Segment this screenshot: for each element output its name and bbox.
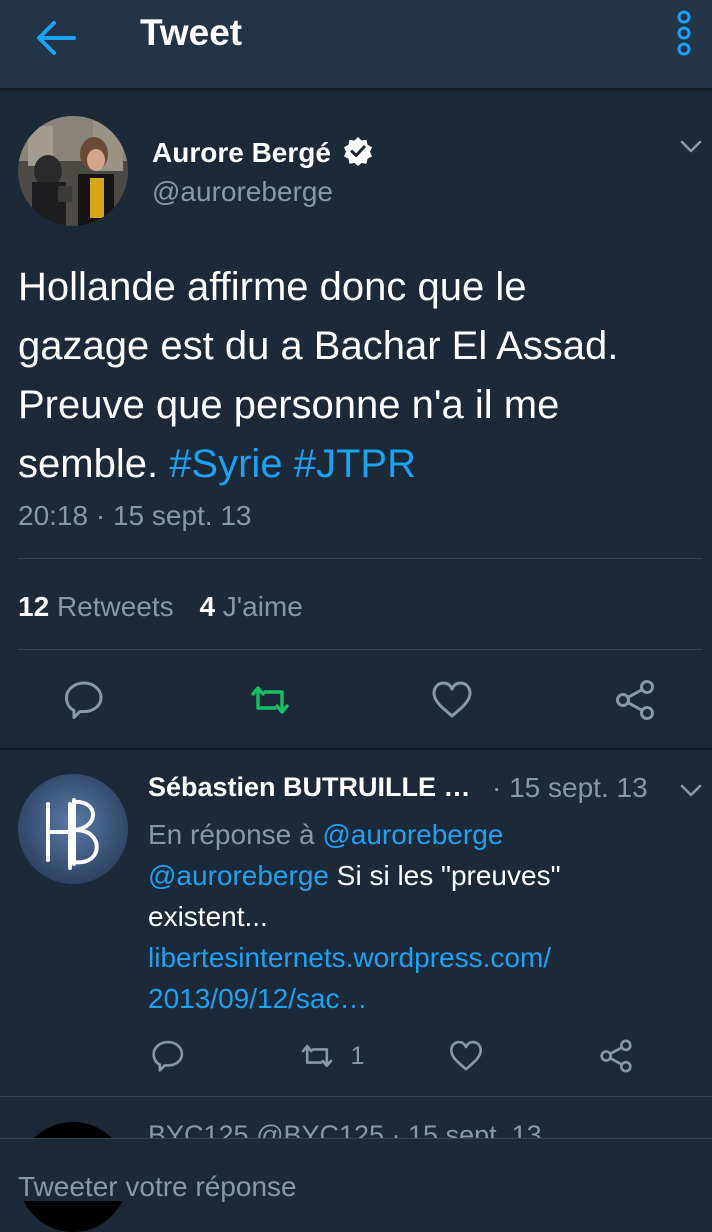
arrow-left-icon xyxy=(37,21,76,55)
reply-header: Sébastien BUTRUILLE … xyxy=(148,772,471,803)
reply-menu-button[interactable] xyxy=(676,778,706,804)
author-name[interactable]: Aurore Bergé xyxy=(152,136,373,169)
in-reply-to-label: En réponse à xyxy=(148,819,315,850)
reply-input[interactable]: Tweeter votre réponse xyxy=(18,1171,297,1203)
more-vertical-icon xyxy=(677,10,691,56)
author-handle[interactable]: @auroreberge xyxy=(152,176,333,208)
reply-share-button[interactable] xyxy=(598,1038,634,1074)
author-name-text: Aurore Bergé xyxy=(152,137,331,168)
reply-icon xyxy=(65,681,103,719)
retweets-label: Retweets xyxy=(56,591,174,622)
divider xyxy=(0,748,712,750)
reply-retweet-button[interactable]: 1 xyxy=(298,1038,378,1074)
reply-author-name[interactable]: Sébastien BUTRUILLE … xyxy=(148,772,471,802)
author-photo xyxy=(18,116,128,226)
retweet-count: 1 xyxy=(350,1042,365,1070)
reply-icon xyxy=(152,1040,184,1072)
divider xyxy=(18,649,702,650)
reply-reply-button[interactable] xyxy=(150,1038,186,1074)
heart-icon xyxy=(449,1040,483,1071)
retweet-button[interactable] xyxy=(247,678,293,722)
tweet-text-line: semble. xyxy=(18,442,159,486)
chevron-down-icon xyxy=(680,784,702,797)
reply-text: Si si les "preuves" xyxy=(336,860,561,891)
app-header: Tweet xyxy=(0,0,712,89)
tweet-text-line: Hollande affirme donc que le xyxy=(18,265,527,309)
reply-compose-bar[interactable]: Tweeter votre réponse xyxy=(0,1138,712,1203)
tweet-text-line: gazage est du a Bachar El Assad. xyxy=(18,324,619,368)
retweet-icon xyxy=(251,686,289,714)
back-button[interactable] xyxy=(30,16,80,60)
share-icon xyxy=(600,1039,632,1073)
author-avatar[interactable] xyxy=(18,116,128,226)
external-link-continued[interactable]: 2013/09/12/sac… xyxy=(148,978,688,1019)
tweet-timestamp: 20:18 · 15 sept. 13 xyxy=(18,500,252,531)
likes-stat[interactable]: 4 J'aime xyxy=(199,591,302,622)
likes-label: J'aime xyxy=(222,591,303,622)
retweet-icon xyxy=(301,1044,333,1068)
reply-date: · 15 sept. 13 xyxy=(492,772,648,803)
retweets-stat[interactable]: 12 Retweets xyxy=(18,591,181,622)
hashtag-link[interactable]: #JTPR xyxy=(294,442,416,486)
heart-icon xyxy=(432,681,472,718)
verified-badge-icon xyxy=(343,137,372,166)
reply-body: En réponse à @auroreberge @auroreberge S… xyxy=(148,814,688,1019)
more-options-button[interactable] xyxy=(664,8,704,58)
mention-link[interactable]: @auroreberge xyxy=(148,860,329,891)
reply-button[interactable] xyxy=(62,678,106,722)
divider xyxy=(18,558,702,559)
reply-like-button[interactable] xyxy=(448,1038,484,1074)
tweet-stats: 12 Retweets 4 J'aime xyxy=(18,591,303,623)
likes-count: 4 xyxy=(199,591,216,622)
chevron-down-icon xyxy=(680,140,702,153)
share-icon xyxy=(616,680,654,720)
external-link[interactable]: libertesinternets.wordpress.com/ xyxy=(148,937,688,978)
reply-author-avatar[interactable] xyxy=(18,774,128,884)
reply-text: existent... xyxy=(148,901,268,932)
retweets-count: 12 xyxy=(18,591,50,622)
share-button[interactable] xyxy=(613,678,657,722)
tweet-menu-button[interactable] xyxy=(676,134,706,160)
in-reply-to-handle[interactable]: @auroreberge xyxy=(322,819,503,850)
divider xyxy=(0,1096,712,1097)
like-button[interactable] xyxy=(430,678,474,722)
hb-logo xyxy=(18,774,128,884)
tweet-text-line: Preuve que personne n'a il me xyxy=(18,383,560,427)
page-title: Tweet xyxy=(140,12,243,53)
tweet-text: Hollande affirme donc que le gazage est … xyxy=(18,258,698,494)
hashtag-link[interactable]: #Syrie xyxy=(169,442,282,486)
